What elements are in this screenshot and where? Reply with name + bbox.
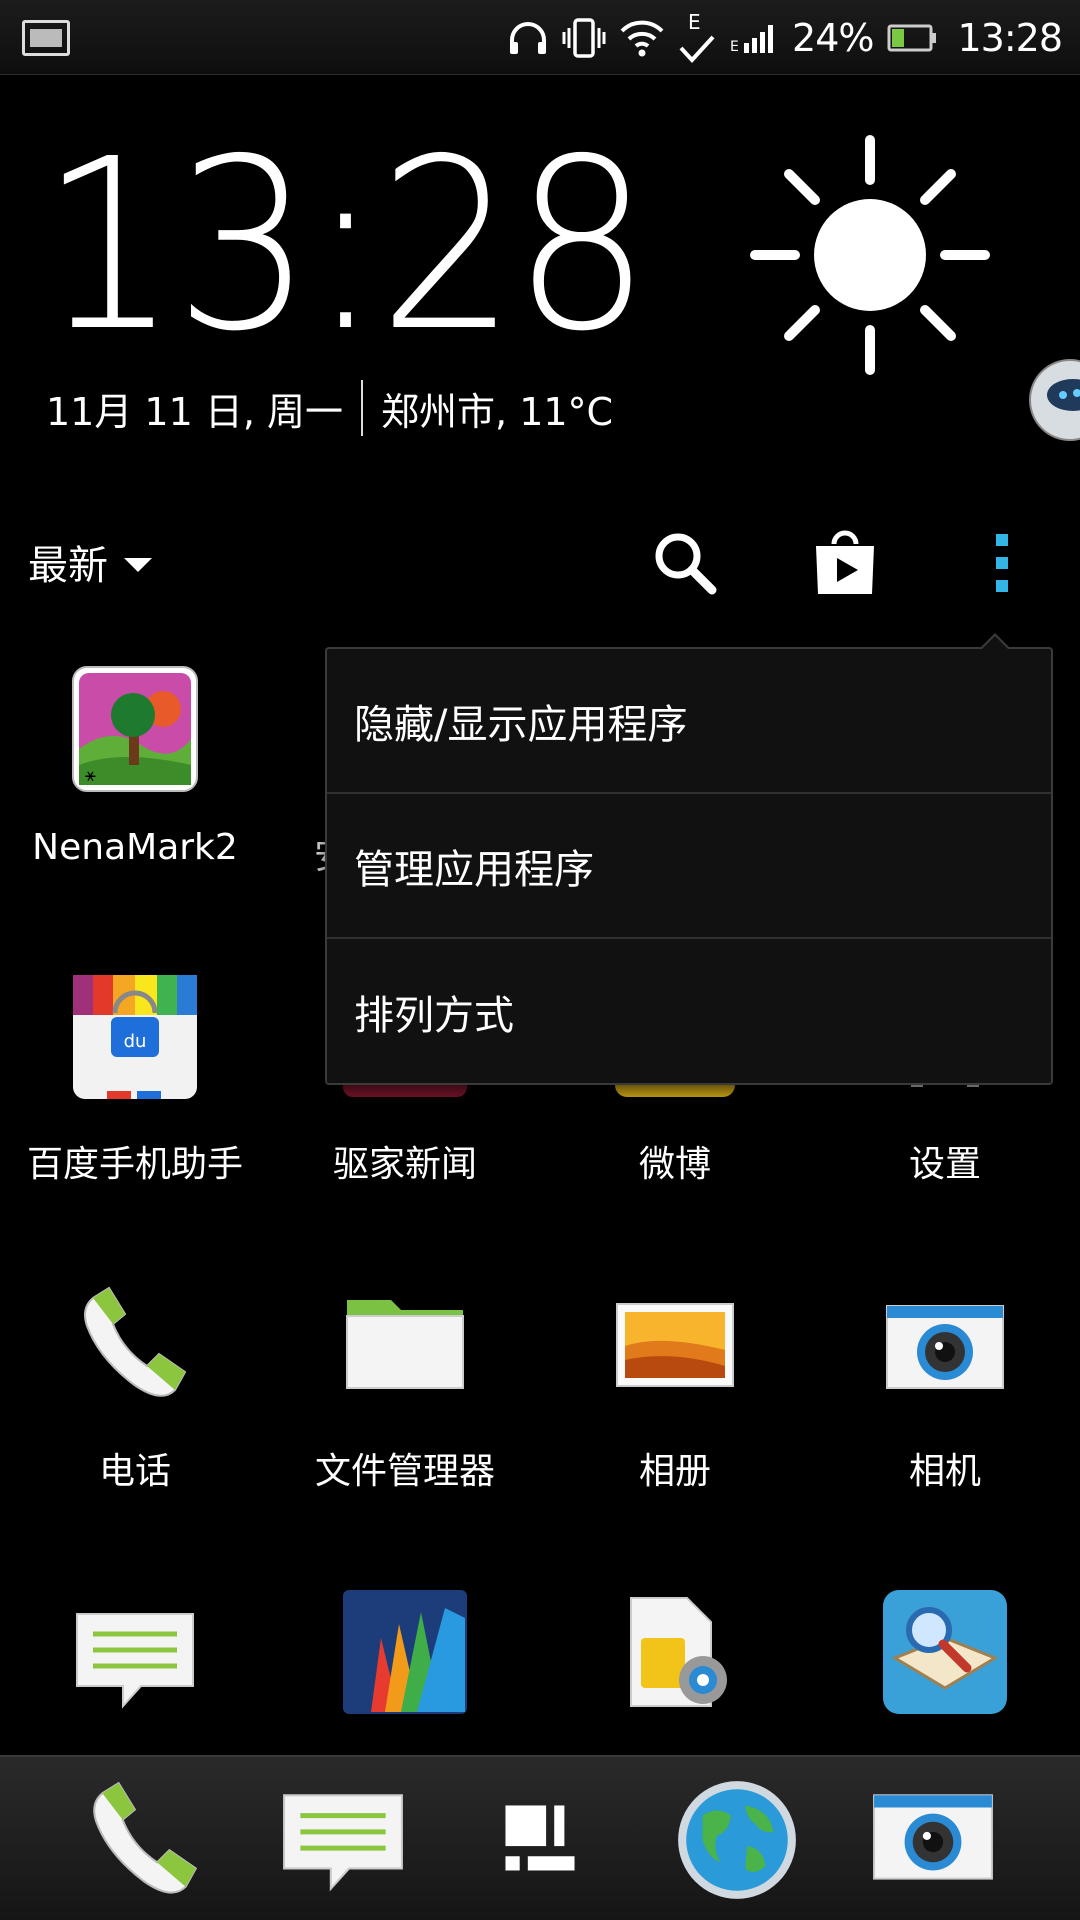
messages-icon: [283, 1794, 403, 1892]
date-text: 11月 11 日, 周一: [46, 389, 344, 434]
svg-text:E: E: [730, 39, 739, 53]
phone-icon: [93, 1781, 198, 1894]
app-label: 文件管理器: [314, 1451, 495, 1492]
battery-percent: 24%: [792, 16, 874, 60]
camera-icon: [881, 1280, 1009, 1408]
dock-phone-button[interactable]: [80, 1775, 210, 1905]
app-sim-toolkit[interactable]: [540, 1588, 810, 1716]
notification-icon: [22, 20, 70, 56]
dock-blinkfeed-button[interactable]: [475, 1775, 605, 1905]
app-label: NenaMark2: [32, 827, 238, 868]
app-label: 微博: [638, 1144, 711, 1185]
play-store-icon: [816, 530, 874, 594]
overflow-popup-menu: 隐藏/显示应用程序 管理应用程序 排列方式: [325, 633, 1053, 1085]
app-dictionary[interactable]: [810, 1588, 1080, 1716]
search-icon: [655, 533, 717, 595]
floating-assistant-icon[interactable]: [1025, 355, 1080, 445]
location-weather-text: 郑州市, 11°C: [381, 389, 614, 434]
wifi-icon: [620, 20, 664, 57]
svg-text:du: du: [124, 1031, 147, 1052]
phone-icon: [71, 1280, 199, 1408]
sort-filter-label: 最新: [28, 543, 108, 589]
app-gallery[interactable]: 相册: [540, 1280, 810, 1494]
app-label: 电话: [98, 1451, 171, 1492]
sim-toolkit-icon: [611, 1588, 739, 1716]
folder-icon: [341, 1280, 469, 1408]
status-time: 13:28: [957, 16, 1063, 60]
play-store-button[interactable]: [805, 523, 885, 603]
menu-pointer: [979, 633, 1011, 650]
dock-messages-button[interactable]: [278, 1775, 408, 1905]
clock-time[interactable]: 13:28: [40, 128, 651, 364]
menu-item-manage-apps[interactable]: 管理应用程序: [327, 794, 1051, 939]
app-camera[interactable]: 相机: [810, 1280, 1080, 1494]
chevron-down-icon: [124, 558, 152, 572]
app-label: 百度手机助手: [26, 1144, 243, 1185]
gallery-icon: [611, 1280, 739, 1408]
battery-icon: [887, 24, 937, 52]
app-label: 驱家新闻: [332, 1144, 477, 1185]
app-file-manager[interactable]: 文件管理器: [270, 1280, 540, 1494]
overflow-menu-icon: [996, 534, 1008, 592]
app-drawer-toolbar: 最新: [0, 515, 1080, 603]
signal-icon: E: [730, 25, 774, 53]
dock-browser-button[interactable]: [672, 1775, 802, 1905]
date-location-bar: 11月 11 日, 周一 郑州市, 11°C: [46, 378, 613, 438]
app-label: 设置: [908, 1144, 981, 1185]
sort-filter-dropdown[interactable]: 最新: [28, 533, 152, 591]
app-polaris[interactable]: [270, 1588, 540, 1716]
dock: [0, 1755, 1080, 1920]
baidu-assistant-icon: du: [71, 973, 199, 1101]
blinkfeed-icon: [505, 1805, 575, 1871]
search-button[interactable]: [645, 523, 725, 603]
menu-item-hide-show-apps[interactable]: 隐藏/显示应用程序: [327, 649, 1051, 794]
headphones-icon: [510, 22, 547, 54]
app-messages[interactable]: [0, 1588, 270, 1716]
check-icon: [679, 35, 715, 63]
sunny-icon[interactable]: [745, 130, 995, 380]
dock-camera-button[interactable]: [868, 1775, 998, 1905]
polaris-icon: [341, 1588, 469, 1716]
network-type-label: E: [688, 10, 701, 34]
app-phone[interactable]: 电话: [0, 1280, 270, 1494]
dictionary-icon: [881, 1588, 1009, 1716]
browser-icon: [678, 1781, 796, 1899]
app-nenamark2[interactable]: ⚹ NenaMark2: [0, 665, 270, 868]
date-divider: [361, 380, 364, 436]
app-baidu-assistant[interactable]: du 百度手机助手: [0, 973, 270, 1187]
svg-text:⚹: ⚹: [85, 765, 96, 786]
messages-icon: [71, 1588, 199, 1716]
nenamark-icon: ⚹: [71, 665, 199, 793]
overflow-menu-button[interactable]: [962, 523, 1042, 603]
camera-icon: [873, 1794, 993, 1880]
status-bar[interactable]: E E 24% 13:28: [0, 0, 1080, 75]
menu-item-sort-by[interactable]: 排列方式: [327, 939, 1051, 1084]
vibrate-icon: [562, 18, 606, 58]
app-label: 相机: [908, 1451, 981, 1492]
app-label: 相册: [638, 1451, 711, 1492]
